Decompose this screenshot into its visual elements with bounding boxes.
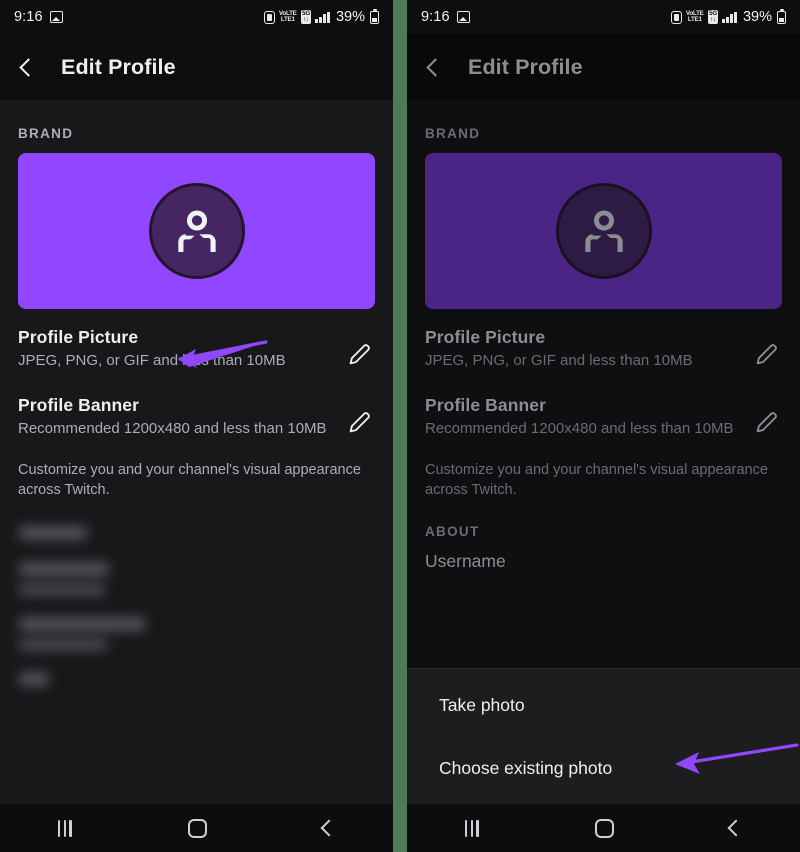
section-label-brand: BRAND (18, 126, 74, 141)
row-profile-banner-title: Profile Banner (18, 394, 140, 415)
row-profile-banner[interactable]: Profile Banner Recommended 1200x480 and … (0, 377, 393, 445)
status-bar-time: 9:16 (14, 9, 43, 25)
brand-description: Customize you and your channel's visual … (18, 461, 361, 498)
person-avatar-icon (584, 210, 623, 252)
edit-profile-picture-button (752, 339, 782, 369)
redacted-line (18, 585, 106, 596)
section-label-brand: BRAND (425, 126, 481, 141)
signal-bars-icon (722, 11, 737, 23)
battery-percent-label: 39% (742, 9, 772, 25)
row-profile-picture-title: Profile Picture (18, 327, 139, 347)
redacted-group (18, 562, 375, 596)
battery-percent-label: 39% (335, 9, 365, 25)
network-badge-line-2: ↑↓ (303, 16, 309, 23)
back-icon[interactable] (320, 819, 338, 837)
redacted-line (18, 672, 50, 687)
back-icon[interactable] (727, 819, 745, 837)
row-profile-picture-subtitle: JPEG, PNG, or GIF and less than 10MB (18, 352, 286, 369)
redacted-group (18, 526, 375, 541)
row-profile-picture: Profile Picture JPEG, PNG, or GIF and le… (407, 309, 800, 377)
network-badge-line-2: ↑↓ (710, 16, 716, 23)
status-bar: 9:16 VoLTE LTE1 5G ↑↓ 39% (0, 0, 393, 34)
app-bar: Edit Profile (407, 34, 800, 100)
redacted-line (18, 640, 108, 651)
volte-line-2: LTE1 (687, 16, 702, 23)
edit-profile-banner-button[interactable] (345, 407, 375, 437)
edit-profile-picture-button[interactable] (345, 339, 375, 369)
left-phone-panel: 9:16 VoLTE LTE1 5G ↑↓ 39% Edit Profile B… (0, 0, 393, 852)
system-nav-bar (407, 804, 800, 852)
profile-banner-preview[interactable] (18, 153, 375, 309)
row-username: Username (425, 551, 506, 572)
sheet-item-take-photo[interactable]: Take photo (407, 669, 800, 716)
row-profile-banner: Profile Banner Recommended 1200x480 and … (407, 377, 800, 445)
row-profile-picture-title: Profile Picture (425, 327, 546, 347)
avatar[interactable] (148, 183, 245, 279)
redacted-line (18, 617, 146, 632)
signal-bars-icon (315, 11, 330, 23)
edit-profile-banner-button (752, 407, 782, 437)
alarm-icon (670, 10, 682, 24)
right-phone-panel: 9:16 VoLTE LTE1 5G ↑↓ 39% Edit Profile B… (407, 0, 800, 852)
volte-icon: VoLTE LTE1 (279, 10, 297, 23)
volte-icon: VoLTE LTE1 (686, 10, 704, 23)
sheet-item-choose-existing-photo[interactable]: Choose existing photo (407, 716, 800, 779)
main-content: BRAND Profile Picture JPEG, PNG, or GIF … (0, 100, 393, 804)
row-profile-banner-subtitle: Recommended 1200x480 and less than 10MB (18, 419, 327, 437)
volte-line-2: LTE1 (280, 16, 295, 23)
pencil-icon (349, 344, 370, 365)
network-badge-icon: 5G ↑↓ (707, 10, 719, 24)
profile-banner-preview (425, 153, 782, 309)
row-profile-picture[interactable]: Profile Picture JPEG, PNG, or GIF and le… (0, 309, 393, 377)
network-badge-icon: 5G ↑↓ (300, 10, 312, 24)
avatar (555, 183, 652, 279)
home-icon[interactable] (187, 818, 207, 838)
back-chevron-icon[interactable] (19, 57, 38, 77)
pencil-icon (756, 344, 777, 365)
redacted-content (0, 500, 393, 687)
status-bar: 9:16 VoLTE LTE1 5G ↑↓ 39% (407, 0, 800, 34)
home-icon[interactable] (594, 818, 614, 838)
page-title: Edit Profile (61, 54, 176, 79)
recents-icon[interactable] (465, 819, 479, 837)
pencil-icon (349, 412, 370, 433)
section-label-about: ABOUT (425, 524, 480, 540)
photo-source-bottom-sheet: Take photo Choose existing photo (407, 668, 800, 804)
page-title: Edit Profile (468, 54, 583, 79)
battery-icon (777, 8, 786, 24)
redacted-group (18, 617, 375, 651)
row-profile-picture-subtitle: JPEG, PNG, or GIF and less than 10MB (425, 352, 693, 369)
person-avatar-icon (177, 210, 216, 252)
redacted-group (18, 672, 375, 687)
app-bar: Edit Profile (0, 34, 393, 100)
screenshot-stage: 9:16 VoLTE LTE1 5G ↑↓ 39% Edit Profile B… (0, 0, 800, 852)
back-chevron-icon[interactable] (426, 57, 445, 77)
system-nav-bar (0, 804, 393, 852)
brand-description: Customize you and your channel's visual … (425, 461, 768, 498)
row-profile-banner-title: Profile Banner (425, 394, 547, 415)
status-bar-time: 9:16 (421, 9, 450, 25)
recents-icon[interactable] (58, 819, 72, 837)
redacted-line (18, 526, 88, 541)
pencil-icon (756, 412, 777, 433)
alarm-icon (263, 10, 275, 24)
battery-icon (370, 8, 379, 24)
row-profile-banner-subtitle: Recommended 1200x480 and less than 10MB (425, 419, 734, 437)
redacted-line (18, 562, 110, 577)
image-icon (456, 11, 470, 23)
image-icon (49, 11, 63, 23)
